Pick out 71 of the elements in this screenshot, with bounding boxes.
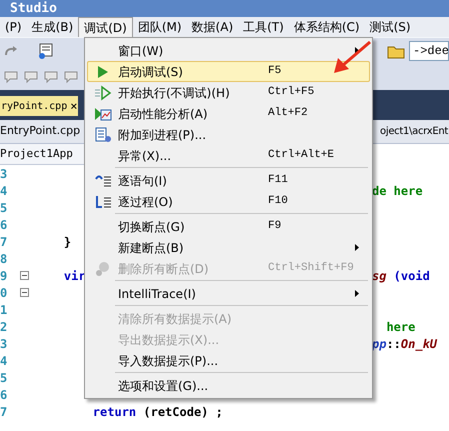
code-text: } [62,234,72,250]
line-number: 4 [0,352,8,370]
close-button[interactable]: × [70,100,78,112]
play-icon [97,64,109,78]
code-text: here [385,318,416,336]
address-field[interactable]: ->dee [409,40,449,60]
save-icon[interactable] [38,42,54,58]
code-text: (retCode) ; [142,404,223,420]
line-number: 2 [0,318,8,336]
menu-bar-item[interactable]: 工具(T) [238,17,289,37]
line-number: 8 [0,250,8,268]
collapse-icon[interactable] [20,271,29,280]
window-title: Studio [10,1,57,17]
line-number: 6 [0,216,8,234]
line-number: 7 [0,404,8,420]
menu-bar-item[interactable]: (P) [0,17,27,37]
line-number: 5 [0,370,8,386]
code-text: sg [372,268,386,284]
submenu-arrow-icon [355,290,359,297]
menu-item[interactable]: 导入数据提示(P)... [87,350,370,371]
menu-bar-item[interactable]: 数据(A) [186,17,238,37]
menu-item[interactable]: 附加到进程(P)... [87,124,370,145]
menu-item[interactable]: 启动性能分析(A) Alt+F2 [87,103,370,124]
submenu-arrow-icon [355,47,359,54]
file-name: EntryPoint.cpp [0,123,80,140]
code-text: On_kU [400,336,438,352]
menu-bar-item[interactable]: 团队(M) [132,17,187,37]
comment-icon[interactable] [24,70,40,84]
menu-bar-item[interactable]: 测试(S) [364,17,416,37]
comment-icon[interactable] [64,70,80,84]
comment-icon[interactable] [4,70,20,84]
code-text: vir [62,268,86,284]
line-number: 1 [0,302,8,318]
line-number: 0 [0,284,8,302]
collapse-icon[interactable] [20,288,29,297]
menu-item[interactable]: 启动调试(S) F5 [87,61,370,82]
menu-item[interactable]: 逐语句(I) F11 [87,170,370,191]
line-number: 5 [0,200,8,216]
arrow-annotation-drawing [334,40,371,73]
menu-bar-item[interactable]: 生成(B) [26,17,78,37]
line-number: 9 [0,268,8,284]
line-number: 3 [0,166,8,182]
menu-item[interactable]: 异常(X)... Ctrl+Alt+E [87,145,370,166]
breakpoints-icon [94,260,112,276]
step-into-icon [94,172,112,188]
menu-item[interactable]: 开始执行(不调试)(H) Ctrl+F5 [87,82,370,103]
menu-item[interactable]: 切换断点(G) F9 [87,216,370,237]
code-text: :: [386,336,401,352]
line-number: 7 [0,234,8,250]
line-number: 4 [0,182,8,200]
chart-icon [94,106,112,122]
line-number: 3 [0,336,8,352]
menu-item[interactable]: IntelliTrace(I) [87,283,370,304]
menu-bar-item[interactable]: 调试(D) [78,17,133,37]
code-text: return [92,404,136,420]
menu-item[interactable]: 窗口(W) [87,40,370,61]
menu-item[interactable]: 逐过程(O) F10 [87,191,370,212]
play-outline-icon [94,84,112,100]
file-path: oject1\acrxEnt [380,125,449,139]
file-tab[interactable]: ryPoint.cpp × [0,96,78,116]
menu-bar-item[interactable]: 体系结构(C) [288,17,365,37]
comment-icon[interactable] [44,70,60,84]
menu-item[interactable]: 选项和设置(G)... [87,375,370,396]
menu-item[interactable]: 新建断点(B) [87,237,370,258]
code-text: (void [392,268,430,284]
line-number: 6 [0,386,8,404]
redo-icon[interactable] [4,44,18,56]
step-over-icon [94,194,112,210]
submenu-arrow-icon [355,244,359,251]
document-icon [94,126,112,142]
code-text: de here [372,182,423,200]
